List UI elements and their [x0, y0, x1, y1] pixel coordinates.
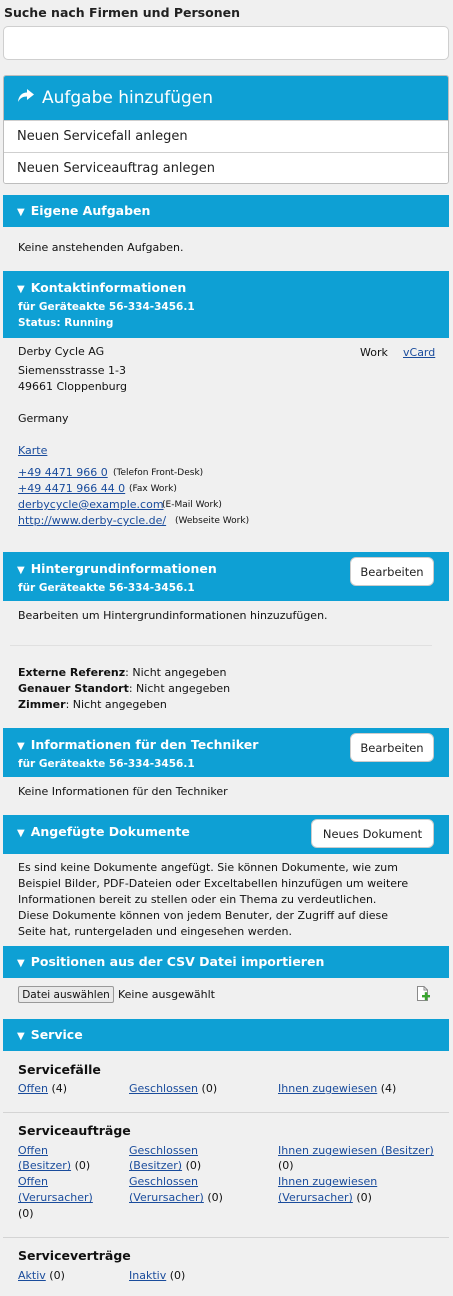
contact-street: Siemensstrasse 1-3 [18, 364, 126, 377]
service-header[interactable]: ▼ Service [3, 1019, 449, 1051]
cases-closed-link[interactable]: Geschlossen [129, 1082, 198, 1095]
contracts-inactive-link[interactable]: Inaktiv [129, 1269, 166, 1282]
technician-title: Informationen für den Techniker [30, 737, 259, 752]
orders-assigned-causer: (Verursacher) (0) [278, 1191, 372, 1204]
new-document-button[interactable]: Neues Dokument [311, 819, 434, 848]
chevron-down-icon: ▼ [17, 207, 25, 218]
background-hint: Bearbeiten um Hintergrundinformationen h… [18, 609, 328, 622]
technician-edit-button[interactable]: Bearbeiten [350, 733, 434, 762]
map-link[interactable]: Karte [18, 444, 47, 457]
documents-text-line: Beispiel Bilder, PDF-Dateien oder Excelt… [18, 877, 409, 890]
file-status-text: Keine ausgewählt [118, 988, 215, 1001]
contact-status: Status: Running [18, 317, 114, 329]
share-arrow-icon [17, 88, 35, 109]
add-task-box: Aufgabe hinzufügen Neuen Servicefall anl… [3, 75, 449, 184]
contracts-active-link[interactable]: Aktiv [18, 1269, 46, 1282]
contact-title: Kontaktinformationen [30, 280, 187, 295]
email-link[interactable]: derbycycle@example.com [18, 498, 164, 511]
service-contracts-heading: Serviceverträge [18, 1248, 131, 1263]
website-label: (Webseite Work) [175, 516, 250, 526]
choose-file-button[interactable]: Datei auswählen [18, 986, 114, 1003]
documents-header[interactable]: ▼ Angefügte Dokumente Neues Dokument [3, 815, 449, 854]
orders-assigned-owner-link[interactable]: Ihnen zugewiesen (Besitzer) [278, 1144, 434, 1157]
documents-text-line: Diese Dokumente können von jedem Benuter… [18, 909, 389, 922]
external-reference-field: Externe Referenz: Nicht angegeben [18, 666, 227, 679]
orders-open-owner-link[interactable]: Offen [18, 1144, 48, 1157]
csv-import-header[interactable]: ▼ Positionen aus der CSV Datei importiere… [3, 946, 449, 978]
contact-header[interactable]: ▼ Kontaktinformationen für Geräteakte 56-… [3, 271, 449, 338]
technician-empty-text: Keine Informationen für den Techniker [18, 785, 228, 798]
documents-text-line: Informationen bereit zu stellen oder ein… [18, 893, 377, 906]
vcard-link[interactable]: vCard [403, 346, 435, 359]
background-subtitle: für Geräteakte 56-334-3456.1 [18, 582, 195, 594]
contact-type: Work [360, 346, 388, 359]
chevron-down-icon: ▼ [17, 958, 25, 969]
orders-closed-causer: (Verursacher) (0) [129, 1191, 223, 1204]
background-title: Hintergrundinformationen [30, 561, 217, 576]
divider [3, 1112, 449, 1113]
orders-open-causer-link[interactable]: Offen [18, 1175, 48, 1188]
documents-text-line: Es sind keine Dokumente angefügt. Sie kö… [18, 861, 398, 874]
cases-assigned-link[interactable]: Ihnen zugewiesen [278, 1082, 377, 1095]
own-tasks-header[interactable]: ▼ Eigene Aufgaben [3, 195, 449, 227]
orders-assigned-causer-link[interactable]: Ihnen zugewiesen [278, 1175, 377, 1188]
csv-import-title: Positionen aus der CSV Datei importieren [30, 954, 325, 969]
exact-location-field: Genauer Standort: Nicht angegeben [18, 682, 231, 695]
orders-closed-causer-link[interactable]: Geschlossen [129, 1175, 198, 1188]
cases-closed: Geschlossen (0) [129, 1082, 218, 1095]
contact-subtitle: für Geräteakte 56-334-3456.1 [18, 301, 195, 313]
background-header[interactable]: ▼ Hintergrundinformationen für Geräteakte… [3, 552, 449, 601]
add-task-title: Aufgabe hinzufügen [42, 88, 214, 108]
own-tasks-empty-text: Keine anstehenden Aufgaben. [18, 241, 184, 254]
add-task-header[interactable]: Aufgabe hinzufügen [4, 76, 448, 120]
fax-link[interactable]: +49 4471 966 44 0 [18, 482, 125, 495]
new-service-order-item[interactable]: Neuen Serviceauftrag anlegen [4, 152, 448, 183]
orders-closed-owner-link[interactable]: Geschlossen [129, 1144, 198, 1157]
contact-company: Derby Cycle AG [18, 345, 105, 358]
chevron-down-icon: ▼ [17, 565, 25, 576]
contact-country: Germany [18, 412, 69, 425]
email-label: (E-Mail Work) [162, 500, 222, 510]
divider [10, 645, 432, 646]
website-link[interactable]: http://www.derby-cycle.de/ [18, 514, 166, 527]
contracts-inactive: Inaktiv (0) [129, 1269, 186, 1282]
orders-open-owner: (Besitzer) (0) [18, 1159, 91, 1172]
service-orders-heading: Serviceaufträge [18, 1123, 131, 1138]
orders-assigned-owner-count: (0) [278, 1159, 294, 1172]
chevron-down-icon: ▼ [17, 1031, 25, 1042]
own-tasks-title: Eigene Aufgaben [30, 203, 151, 218]
service-title: Service [30, 1027, 83, 1042]
cases-open: Offen (4) [18, 1082, 68, 1095]
new-service-case-item[interactable]: Neuen Servicefall anlegen [4, 120, 448, 152]
chevron-down-icon: ▼ [17, 284, 25, 295]
fax-label: (Fax Work) [129, 484, 177, 494]
documents-text-line: Seite hat, runtergeladen und eingesehen … [18, 925, 293, 938]
add-file-icon[interactable] [416, 986, 430, 1004]
phone-label: (Telefon Front-Desk) [113, 468, 204, 478]
service-cases-heading: Servicefälle [18, 1062, 101, 1077]
search-input[interactable] [3, 26, 449, 60]
chevron-down-icon: ▼ [17, 741, 25, 752]
contracts-active: Aktiv (0) [18, 1269, 65, 1282]
cases-open-link[interactable]: Offen [18, 1082, 48, 1095]
chevron-down-icon: ▼ [17, 828, 25, 839]
technician-header[interactable]: ▼ Informationen für den Techniker für Ger… [3, 728, 449, 777]
cases-assigned: Ihnen zugewiesen (4) [278, 1082, 397, 1095]
orders-closed-owner: (Besitzer) (0) [129, 1159, 202, 1172]
technician-subtitle: für Geräteakte 56-334-3456.1 [18, 758, 195, 770]
documents-title: Angefügte Dokumente [30, 824, 190, 839]
search-label: Suche nach Firmen und Personen [4, 5, 240, 20]
background-edit-button[interactable]: Bearbeiten [350, 557, 434, 586]
room-field: Zimmer: Nicht angegeben [18, 698, 167, 711]
orders-open-causer-count: (0) [18, 1207, 34, 1220]
contact-city: 49661 Cloppenburg [18, 380, 127, 393]
divider [3, 1237, 449, 1238]
phone-link[interactable]: +49 4471 966 0 [18, 466, 108, 479]
orders-open-causer-link-2[interactable]: (Verursacher) [18, 1191, 93, 1204]
